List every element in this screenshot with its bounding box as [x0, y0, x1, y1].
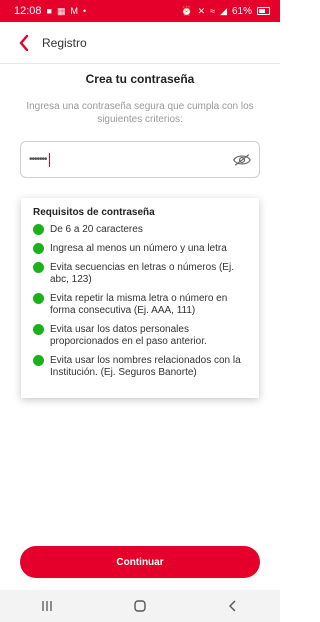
nav-back-button[interactable]	[218, 596, 248, 616]
messages-icon: ■	[46, 5, 52, 16]
page-title: Registro	[42, 35, 87, 50]
home-icon	[134, 600, 146, 612]
mute-icon: ✕	[197, 5, 206, 16]
requirement-item: Ingresa al menos un número y una letra	[33, 243, 247, 255]
requirements-list: De 6 a 20 caracteres Ingresa al menos un…	[33, 224, 247, 379]
requirement-text: Ingresa al menos un número y una letra	[50, 243, 227, 254]
requirements-title: Requisitos de contraseña	[33, 207, 155, 218]
requirements-card: Requisitos de contraseña De 6 a 20 carac…	[21, 198, 259, 398]
instructions-text: Ingresa una contraseña segura que cumpla…	[26, 101, 254, 125]
requirement-text: Evita secuencias en letras o números (Ej…	[50, 262, 234, 285]
home-button[interactable]	[125, 596, 155, 616]
requirement-text: Evita usar los datos personales proporci…	[50, 324, 207, 347]
password-field[interactable]: •••••••	[20, 141, 260, 178]
back-button[interactable]	[14, 33, 34, 53]
system-nav-bar	[0, 590, 280, 622]
requirement-item: Evita repetir la misma letra o número en…	[33, 293, 247, 317]
check-dot-icon	[33, 262, 44, 273]
dot-icon: •	[82, 5, 87, 16]
requirement-text: Evita usar los nombres relacionados con …	[50, 355, 241, 378]
signal-icon: ◢	[220, 5, 227, 16]
gallery-icon: ▦	[56, 5, 66, 16]
battery-percent: 61%	[231, 5, 252, 17]
status-bar: 12:08 ■ ▦ M • ⏰ ✕ ≈ ◢ 61%	[0, 0, 280, 22]
eye-off-icon[interactable]	[233, 153, 251, 167]
requirement-text: Evita repetir la misma letra o número en…	[50, 293, 228, 316]
text-cursor	[48, 152, 50, 167]
status-time: 12:08	[14, 5, 42, 17]
top-bar: Registro	[0, 22, 280, 64]
check-dot-icon	[33, 224, 44, 235]
wifi-icon: ≈	[210, 5, 216, 16]
chevron-left-icon	[19, 34, 29, 51]
back-arrow-icon	[229, 600, 236, 612]
requirement-item: Evita secuencias en letras o números (Ej…	[33, 262, 247, 286]
gmail-icon: M	[70, 5, 78, 16]
continue-button[interactable]: Continuar	[20, 546, 260, 578]
alarm-icon: ⏰	[181, 5, 193, 16]
check-dot-icon	[33, 324, 44, 335]
check-dot-icon	[33, 293, 44, 304]
password-value: •••••••	[29, 154, 47, 165]
requirement-item: Evita usar los nombres relacionados con …	[33, 355, 247, 379]
section-heading: Crea tu contraseña	[85, 72, 195, 86]
recent-apps-icon	[42, 601, 52, 611]
requirement-item: De 6 a 20 caracteres	[33, 224, 247, 236]
requirement-text: De 6 a 20 caracteres	[50, 224, 143, 235]
requirement-item: Evita usar los datos personales proporci…	[33, 324, 247, 348]
check-dot-icon	[33, 355, 44, 366]
check-dot-icon	[33, 243, 44, 254]
battery-icon	[257, 7, 270, 15]
recent-apps-button[interactable]	[32, 596, 62, 616]
